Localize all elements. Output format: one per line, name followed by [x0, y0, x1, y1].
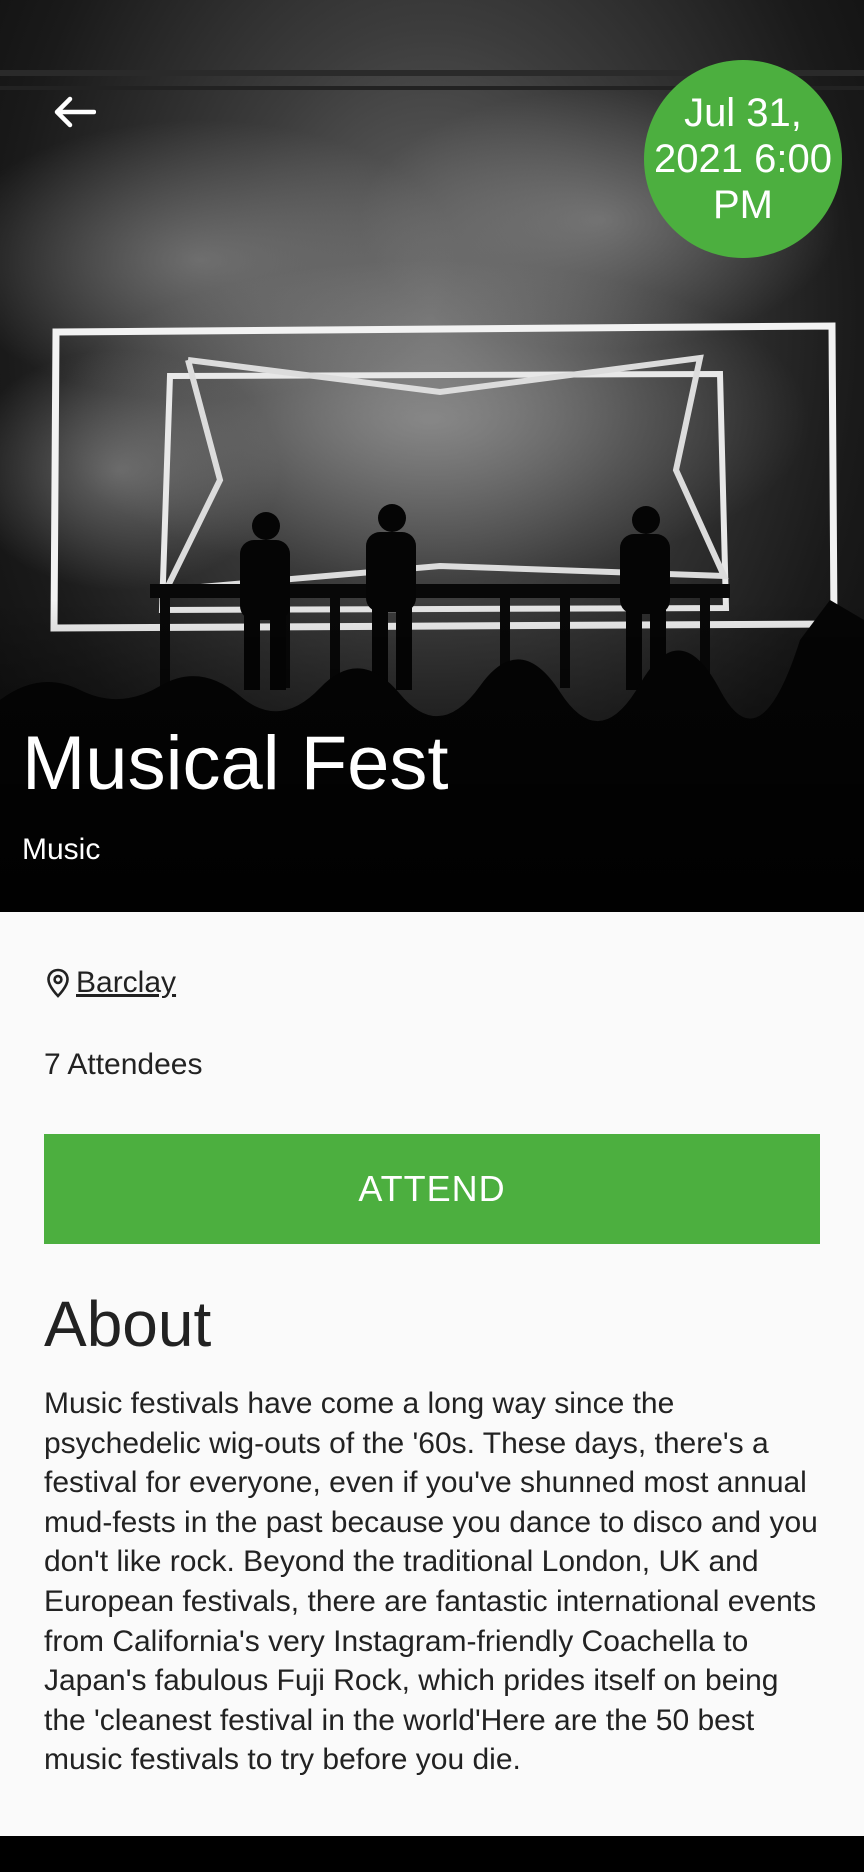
event-date-badge: Jul 31, 2021 6:00 PM — [644, 60, 842, 258]
system-navigation-bar — [0, 1836, 864, 1872]
map-pin-icon — [47, 968, 69, 998]
event-title: Musical Fest — [22, 721, 449, 806]
event-date-text: Jul 31, 2021 6:00 PM — [654, 91, 832, 227]
arrow-left-icon — [54, 96, 96, 128]
event-hero-image: Jul 31, 2021 6:00 PM Musical Fest Music — [0, 0, 864, 912]
about-heading: About — [44, 1288, 212, 1360]
back-button[interactable] — [34, 80, 114, 144]
event-details: Barclay 7 Attendees ATTEND About Music f… — [0, 912, 864, 1836]
about-description: Music festivals have come a long way sin… — [44, 1387, 818, 1777]
location-row[interactable]: Barclay — [46, 966, 176, 1000]
attend-button[interactable]: ATTEND — [44, 1134, 820, 1244]
event-category: Music — [22, 833, 101, 866]
attendee-count: 7 Attendees — [44, 1048, 203, 1081]
location-link[interactable]: Barclay — [76, 966, 176, 1000]
event-detail-screen: Jul 31, 2021 6:00 PM Musical Fest Music … — [0, 0, 864, 1872]
